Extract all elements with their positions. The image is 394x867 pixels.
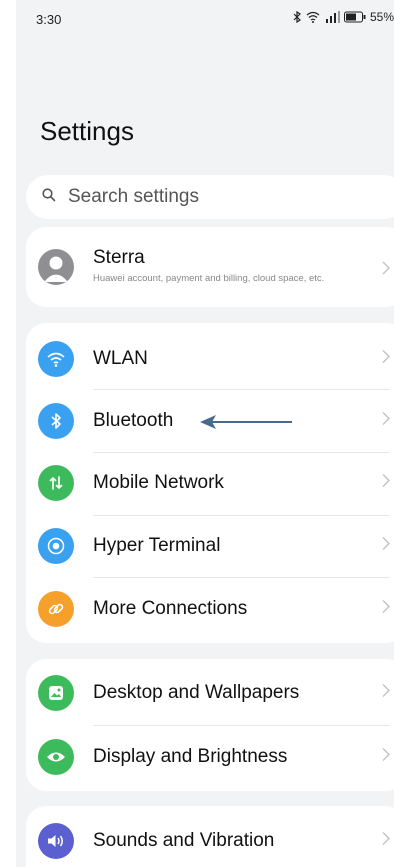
wifi-status-icon xyxy=(306,11,320,23)
settings-item-sounds-vibration[interactable]: Sounds and Vibration xyxy=(26,810,394,867)
hyper-terminal-icon xyxy=(38,528,74,564)
status-time: 3:30 xyxy=(36,12,62,27)
mobile-network-icon xyxy=(38,465,74,501)
settings-item-desktop-wallpapers[interactable]: Desktop and Wallpapers xyxy=(26,662,394,724)
settings-item-label: Mobile Network xyxy=(93,472,224,493)
chevron-right-icon xyxy=(382,412,390,431)
wallpaper-icon xyxy=(38,675,74,711)
settings-item-more-connections[interactable]: More Connections xyxy=(26,578,394,640)
sound-card: Sounds and Vibration xyxy=(26,806,394,867)
wifi-icon xyxy=(38,341,74,377)
bluetooth-icon xyxy=(38,403,74,439)
chevron-right-icon xyxy=(382,474,390,493)
battery-percent: 55% xyxy=(369,10,394,24)
settings-item-mobile-network[interactable]: Mobile Network xyxy=(26,452,394,514)
settings-item-label: Hyper Terminal xyxy=(93,535,221,556)
settings-item-hyper-terminal[interactable]: Hyper Terminal xyxy=(26,515,394,577)
settings-item-wlan[interactable]: WLAN xyxy=(26,328,394,390)
link-icon xyxy=(38,591,74,627)
chevron-right-icon xyxy=(382,600,390,619)
settings-item-label: Desktop and Wallpapers xyxy=(93,682,300,703)
account-subtitle: Huawei account, payment and billing, clo… xyxy=(93,273,325,284)
account-name: Sterra xyxy=(93,247,145,268)
page-title: Settings xyxy=(40,116,134,146)
settings-item-label: Sounds and Vibration xyxy=(93,830,275,851)
annotation-arrow-icon xyxy=(200,412,294,437)
search-input[interactable] xyxy=(68,186,348,208)
settings-item-label: Display and Brightness xyxy=(93,746,288,767)
chevron-right-icon xyxy=(382,684,390,703)
chevron-right-icon xyxy=(382,748,390,767)
eye-icon xyxy=(38,739,74,775)
chevron-right-icon xyxy=(382,537,390,556)
search-bar[interactable] xyxy=(26,175,394,219)
status-icons: 55% xyxy=(292,10,394,24)
settings-item-label: Bluetooth xyxy=(93,410,174,431)
battery-status-icon xyxy=(343,11,366,23)
chevron-right-icon xyxy=(382,832,390,851)
bluetooth-status-icon xyxy=(292,11,302,23)
signal-status-icon xyxy=(324,11,340,23)
settings-screen: 3:30 55% Settings Sterr xyxy=(16,0,394,867)
settings-item-label: More Connections xyxy=(93,598,248,619)
avatar xyxy=(38,249,74,285)
account-card[interactable]: Sterra Huawei account, payment and billi… xyxy=(26,227,394,307)
status-bar: 3:30 55% xyxy=(16,0,394,40)
display-card: Desktop and Wallpapers Display and Brigh… xyxy=(26,659,394,791)
speaker-icon xyxy=(38,823,74,859)
search-icon xyxy=(42,187,56,207)
settings-item-label: WLAN xyxy=(93,348,148,369)
settings-item-display-brightness[interactable]: Display and Brightness xyxy=(26,726,394,788)
chevron-right-icon xyxy=(382,350,390,369)
connectivity-card: WLAN Bluetooth Mobile Network Hyper Term… xyxy=(26,323,394,643)
chevron-right-icon xyxy=(382,261,390,280)
